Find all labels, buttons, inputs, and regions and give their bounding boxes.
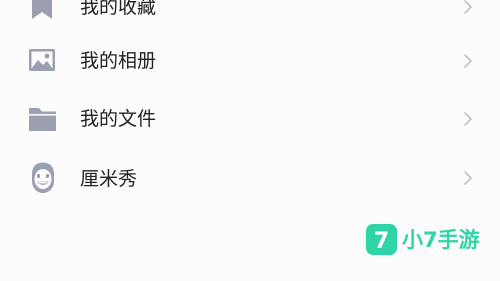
chevron-right-icon xyxy=(463,171,473,185)
menu-item-label: 厘米秀 xyxy=(80,168,138,190)
folder-icon xyxy=(27,103,59,135)
chevron-right-icon xyxy=(463,54,473,68)
bookmark-icon xyxy=(27,0,59,23)
watermark-logo-text: 7 xyxy=(374,229,389,254)
menu-item-label: 我的收藏 xyxy=(80,0,157,18)
menu-item-album[interactable]: 我的相册 xyxy=(0,32,500,90)
menu-item-favorites[interactable]: 我的收藏 xyxy=(0,0,500,36)
menu-item-label: 我的文件 xyxy=(80,108,157,130)
photo-album-icon xyxy=(27,45,59,77)
menu-item-cmshow[interactable]: 厘米秀 xyxy=(0,149,500,207)
avatar-face-icon xyxy=(27,161,59,193)
watermark: 7 小7手游 xyxy=(366,224,486,258)
menu-item-files[interactable]: 我的文件 xyxy=(0,90,500,148)
watermark-text: 小7手游 xyxy=(402,228,480,252)
watermark-logo: 7 xyxy=(366,224,397,255)
menu-item-label: 我的相册 xyxy=(80,50,157,72)
chevron-right-icon xyxy=(463,0,473,14)
chevron-right-icon xyxy=(463,112,473,126)
